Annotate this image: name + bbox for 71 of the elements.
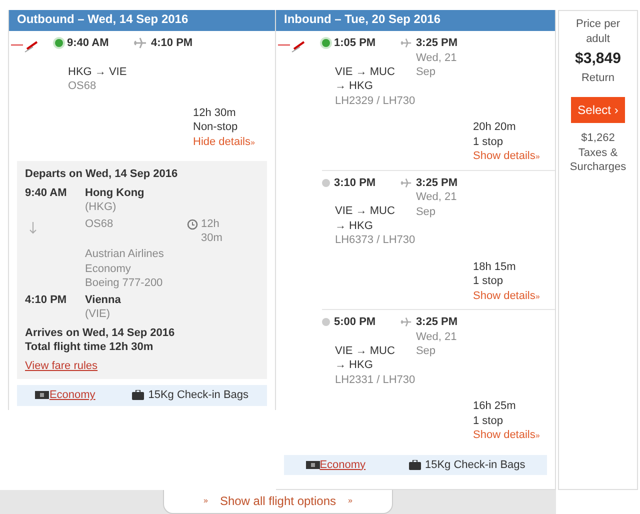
show-all-button[interactable]: » Show all flight options »: [162, 490, 394, 514]
flight-number: LH2331 / LH730: [335, 372, 416, 387]
plane-icon: [400, 176, 412, 188]
details-link[interactable]: Show details»: [473, 429, 540, 441]
route-text: VIE → MUC → HKG: [335, 204, 396, 233]
down-arrow-icon: [29, 222, 37, 234]
plane-icon: [133, 37, 147, 49]
stops-text: 1 stop: [473, 134, 504, 149]
arrival-time: 3:25 PM: [416, 176, 459, 190]
duration-text: 16h 25m: [473, 399, 517, 414]
stops-text: Non-stop: [193, 120, 239, 134]
section-header: Inbound – Tue, 20 Sep 2016: [276, 10, 555, 31]
details-link[interactable]: Show details»: [473, 150, 540, 162]
trip-type: Return: [580, 70, 616, 85]
arrival-date: Wed, 21 Sep: [416, 50, 458, 80]
radio-button[interactable]: [322, 39, 330, 48]
radio-button[interactable]: [322, 318, 330, 326]
departure-time: 3:10 PM: [334, 176, 376, 188]
flight-number: LH6373 / LH730: [335, 233, 416, 248]
clock-icon: [187, 218, 198, 230]
arrival-date: Wed, 21 Sep: [416, 190, 458, 219]
bag-icon: [132, 390, 144, 400]
arrival-time: 3:25 PM: [416, 315, 459, 330]
arrives-text: Arrives on Wed, 14 Sep 2016: [25, 326, 176, 340]
departure-time: 9:40 AM: [67, 37, 109, 49]
city-text: Vienna: [85, 292, 122, 307]
bags-text: 15Kg Check-in Bags: [424, 458, 526, 470]
plane-icon: [400, 316, 412, 328]
bags-text: 15Kg Check-in Bags: [148, 389, 249, 401]
cabin-link[interactable]: Economy: [320, 458, 366, 470]
route-text: VIE → MUC → HKG: [335, 64, 396, 94]
select-button[interactable]: Select ›: [570, 97, 626, 123]
total-time-text: Total flight time 12h 30m: [25, 340, 154, 354]
departure-time: 5:00 PM: [334, 316, 376, 328]
flight-number: OS68: [85, 216, 114, 231]
time-text: 4:10 PM: [25, 292, 68, 308]
flight-duration: 12h 30m: [201, 216, 224, 246]
stops-text: 1 stop: [473, 274, 504, 288]
departure-time: 1:05 PM: [334, 37, 376, 49]
details-link[interactable]: Hide details»: [193, 136, 255, 148]
aircraft-info: Austrian Airlines Economy Boeing 777-200: [85, 247, 165, 290]
plane-icon: [400, 37, 412, 49]
route-text: VIE → MUC → HKG: [335, 344, 396, 372]
tax-label: Taxes & Surcharges: [568, 146, 628, 174]
flight-number: OS68: [68, 79, 96, 94]
airport-code: (VIE): [85, 307, 112, 322]
duration-text: 12h 30m: [193, 106, 237, 120]
section-header: Outbound – Wed, 14 Sep 2016: [9, 10, 275, 31]
price-label: Price per adult: [574, 17, 622, 46]
bag-icon: [408, 460, 421, 470]
cabin-link[interactable]: Economy: [49, 389, 96, 401]
fare-rules-link[interactable]: View fare rules: [25, 360, 98, 372]
radio-button[interactable]: [322, 178, 330, 187]
time-text: 9:40 AM: [25, 186, 68, 200]
stops-text: 1 stop: [473, 414, 504, 428]
arrival-date: Wed, 21 Sep: [416, 330, 458, 358]
duration-text: 20h 20m: [473, 120, 517, 134]
radio-button[interactable]: [55, 39, 63, 48]
ticket-icon: [306, 460, 320, 469]
ticket-icon: [35, 391, 50, 400]
details-link[interactable]: Show details»: [473, 290, 540, 302]
duration-text: 18h 15m: [473, 260, 517, 274]
airport-code: (HKG): [85, 200, 118, 214]
tax-amount: $1,262: [580, 131, 616, 146]
arrival-time: 4:10 PM: [151, 36, 193, 50]
departs-text: Departs on Wed, 14 Sep 2016: [25, 167, 179, 182]
route-text: HKG → VIE: [68, 64, 128, 79]
flight-number: LH2329 / LH730: [335, 94, 416, 108]
arrival-time: 3:25 PM: [416, 36, 459, 50]
price-amount: $3,849: [574, 52, 622, 66]
city-text: Hong Kong: [85, 186, 146, 200]
